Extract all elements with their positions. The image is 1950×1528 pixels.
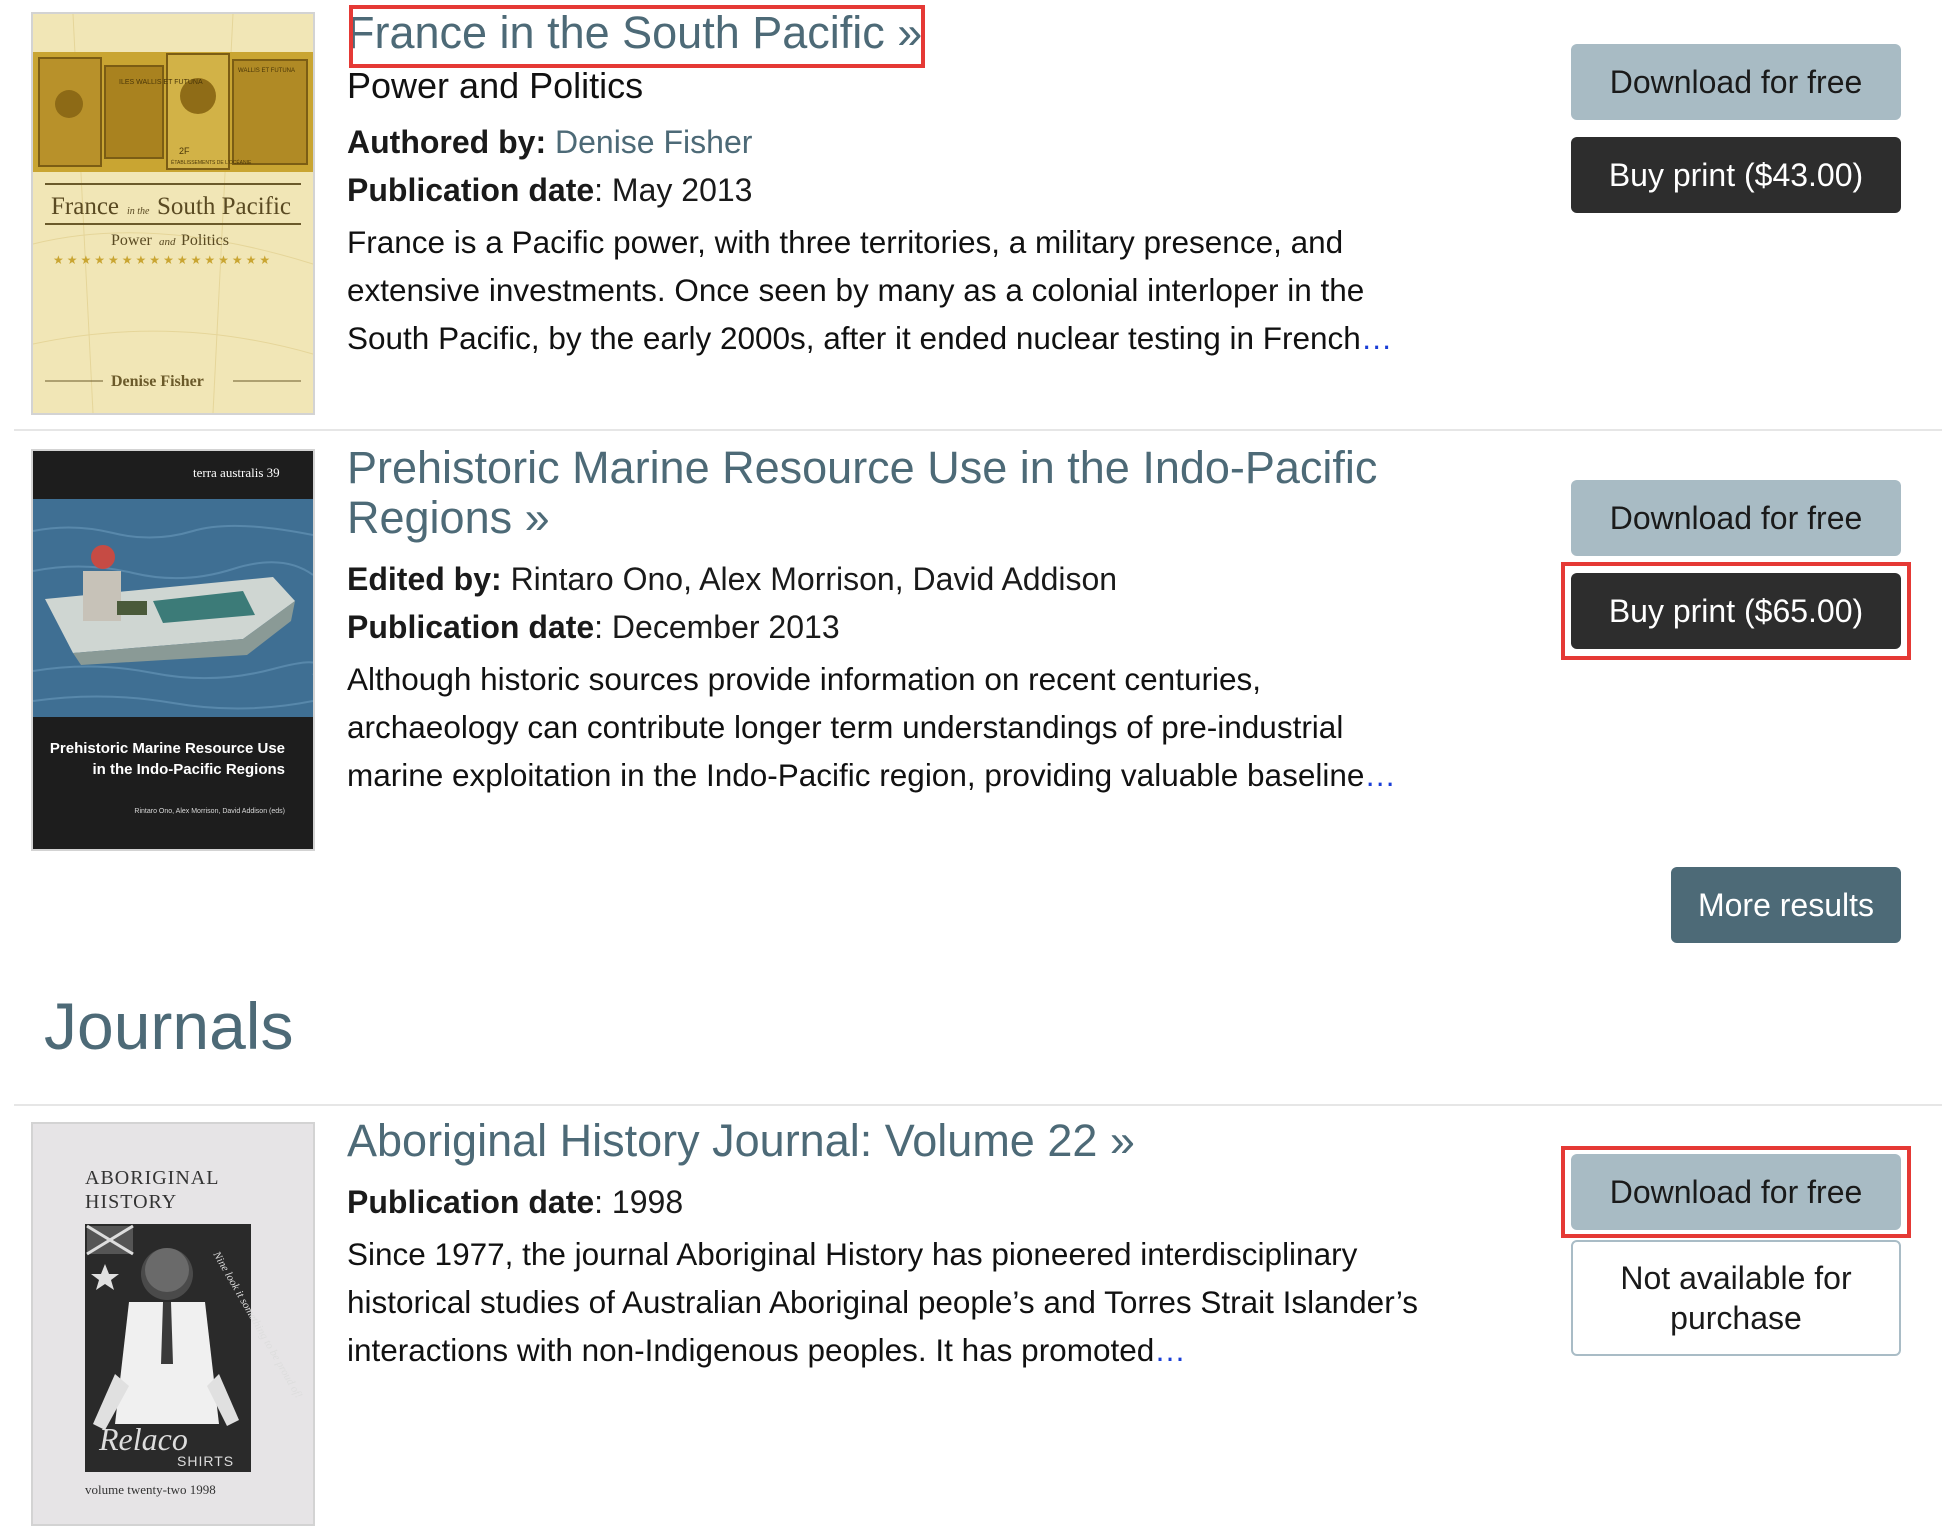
read-more-ellipsis[interactable]: … [1364, 757, 1396, 793]
description-text: Since 1977, the journal Aboriginal Histo… [347, 1236, 1419, 1368]
editors-text: Rintaro Ono, Alex Morrison, David Addiso… [510, 561, 1118, 597]
publication-date: Publication date: May 2013 [347, 166, 1427, 214]
svg-text:★★★★★★★★★★★★★★★★: ★★★★★★★★★★★★★★★★ [53, 253, 273, 267]
buy-print-button[interactable]: Buy print ($65.00) [1571, 573, 1901, 649]
journal-title-link[interactable]: Aboriginal History Journal: Volume 22 » [347, 1115, 1135, 1166]
result-divider [14, 429, 1942, 431]
book-title-link[interactable]: Prehistoric Marine Resource Use in the I… [347, 442, 1377, 543]
book-result-1: France in the South Pacific » Power and … [347, 8, 1427, 362]
journal-description: Since 1977, the journal Aboriginal Histo… [347, 1230, 1427, 1374]
cover-title-main: France [51, 193, 119, 220]
cover-series: terra australis 39 [193, 465, 280, 480]
publication-date: Publication date: December 2013 [347, 603, 1427, 651]
download-for-free-button[interactable]: Download for free [1571, 44, 1901, 120]
cover-subtitle-b: Politics [181, 232, 229, 249]
cover-title-small: in the [127, 206, 150, 217]
journal-cover-aboriginal-history[interactable]: ABORIGINAL HISTORY Nine look it somethin… [31, 1122, 315, 1526]
download-label: Download for free [1609, 499, 1863, 536]
purchase-status-label: Not available for purchase [1620, 1260, 1852, 1336]
stamp-text: ÉTABLISSEMENTS DE L'OCÉANIE [171, 159, 252, 166]
buy-label: Buy print ($65.00) [1608, 592, 1864, 629]
poster-shirts: SHIRTS [177, 1453, 234, 1469]
result-divider [14, 1104, 1942, 1106]
byline-label: Authored by: [347, 124, 547, 160]
book-description: France is a Pacific power, with three te… [347, 218, 1427, 362]
more-results-button[interactable]: More results [1671, 867, 1901, 943]
pubdate-value: : 1998 [594, 1184, 684, 1220]
cover-editors: Rintaro Ono, Alex Morrison, David Addiso… [134, 808, 285, 815]
book-result-2: Prehistoric Marine Resource Use in the I… [347, 443, 1427, 799]
cover-title-line2: in the Indo-Pacific Regions [92, 761, 285, 778]
pubdate-value: : December 2013 [594, 609, 840, 645]
byline: Authored by: Denise Fisher [347, 118, 1427, 166]
cover-title-rest: South Pacific [157, 193, 291, 220]
more-results-label: More results [1697, 886, 1875, 923]
read-more-ellipsis[interactable]: … [1361, 320, 1393, 356]
download-for-free-button[interactable]: Download for free [1571, 1154, 1901, 1230]
byline-label: Edited by: [347, 561, 502, 597]
cover-author: Denise Fisher [111, 373, 204, 390]
journal-cover-art: ABORIGINAL HISTORY Nine look it somethin… [33, 1124, 313, 1524]
read-more-ellipsis[interactable]: … [1154, 1332, 1186, 1368]
pubdate-label: Publication date [347, 609, 595, 645]
cover-title-line2: HISTORY [85, 1191, 177, 1213]
poster-script: Relaco [98, 1421, 188, 1457]
author-link[interactable]: Denise Fisher [555, 124, 752, 160]
pubdate-label: Publication date [347, 172, 595, 208]
book-subtitle: Power and Politics [347, 65, 644, 106]
description-text: France is a Pacific power, with three te… [347, 224, 1365, 356]
download-label: Download for free [1609, 63, 1863, 100]
pubdate-value: : May 2013 [594, 172, 753, 208]
description-text: Although historic sources provide inform… [347, 661, 1365, 793]
book-cover-art: terra australis 39 Prehistoric Marine Re… [33, 451, 313, 849]
journals-heading: Journals [44, 989, 294, 1063]
byline: Edited by: Rintaro Ono, Alex Morrison, D… [347, 555, 1427, 603]
book-title-link[interactable]: France in the South Pacific » [347, 7, 922, 58]
not-available-for-purchase-notice: Not available for purchase [1571, 1240, 1901, 1356]
stamp-text: 2F [179, 146, 190, 156]
book-description: Although historic sources provide inform… [347, 655, 1427, 799]
book-cover-france-south-pacific[interactable]: ILES WALLIS ET FUTUNA 2F ÉTABLISSEMENTS … [31, 12, 315, 415]
cover-title-line1: ABORIGINAL [85, 1167, 219, 1189]
book-cover-prehistoric-marine[interactable]: terra australis 39 Prehistoric Marine Re… [31, 449, 315, 851]
publication-date: Publication date: 1998 [347, 1178, 1427, 1226]
cover-subtitle-and: and [159, 236, 176, 248]
buy-print-button[interactable]: Buy print ($43.00) [1571, 137, 1901, 213]
buy-label: Buy print ($43.00) [1608, 156, 1864, 193]
cover-title-line1: Prehistoric Marine Resource Use [50, 740, 285, 757]
journal-result-1: Aboriginal History Journal: Volume 22 » … [347, 1116, 1427, 1374]
cover-subtitle-a: Power [111, 232, 153, 249]
download-label: Download for free [1609, 1173, 1863, 1210]
cover-volume: volume twenty-two 1998 [85, 1482, 216, 1497]
stamp-text: WALLIS ET FUTUNA [238, 68, 295, 74]
book-cover-art: ILES WALLIS ET FUTUNA 2F ÉTABLISSEMENTS … [33, 14, 313, 413]
download-for-free-button[interactable]: Download for free [1571, 480, 1901, 556]
stamp-text: ILES WALLIS ET FUTUNA [119, 79, 203, 86]
pubdate-label: Publication date [347, 1184, 595, 1220]
